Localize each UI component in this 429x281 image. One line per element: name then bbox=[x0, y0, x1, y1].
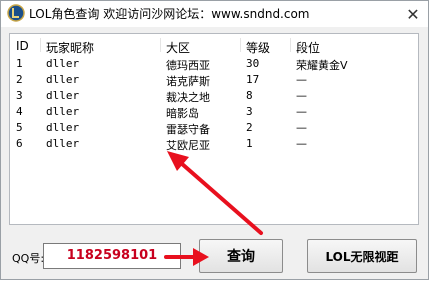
column-divider[interactable] bbox=[40, 38, 41, 52]
column-divider[interactable] bbox=[240, 38, 241, 52]
lol-logo-icon bbox=[7, 4, 25, 22]
cell-nickname: dller bbox=[46, 89, 80, 102]
table-row[interactable]: 2 dller 诺克萨斯 17 — bbox=[10, 73, 418, 89]
qq-label: QQ号: bbox=[12, 252, 45, 265]
cell-id: 1 bbox=[16, 57, 23, 70]
column-header-nickname[interactable]: 玩家昵称 bbox=[46, 39, 94, 56]
cell-nickname: dller bbox=[46, 73, 80, 86]
cell-rank: — bbox=[296, 89, 307, 102]
table-row[interactable]: 4 dller 暗影岛 3 — bbox=[10, 105, 418, 121]
qq-input[interactable]: 1182598101 bbox=[43, 243, 181, 269]
cell-level: 30 bbox=[246, 57, 260, 70]
title-bar: LOL角色查询 欢迎访问沙网论坛：www.sndnd.com ✕ bbox=[1, 1, 428, 27]
cell-nickname: dller bbox=[46, 57, 80, 70]
cell-id: 5 bbox=[16, 121, 23, 134]
app-window: LOL角色查询 欢迎访问沙网论坛：www.sndnd.com ✕ ID 玩家昵称… bbox=[0, 0, 429, 280]
column-header-rank[interactable]: 段位 bbox=[296, 39, 320, 56]
cell-rank: — bbox=[296, 137, 307, 150]
cell-id: 4 bbox=[16, 105, 23, 118]
table-row[interactable]: 3 dller 裁决之地 8 — bbox=[10, 89, 418, 105]
cell-level: 2 bbox=[246, 121, 253, 134]
cell-id: 3 bbox=[16, 89, 23, 102]
cell-region: 德玛西亚 bbox=[166, 59, 210, 72]
window-title: LOL角色查询 欢迎访问沙网论坛：www.sndnd.com bbox=[29, 7, 310, 21]
column-divider[interactable] bbox=[290, 38, 291, 52]
column-divider[interactable] bbox=[160, 38, 161, 52]
table-header: ID 玩家昵称 大区 等级 段位 bbox=[10, 34, 418, 57]
cell-region: 艾欧尼亚 bbox=[166, 139, 210, 152]
cell-level: 3 bbox=[246, 105, 253, 118]
cell-id: 2 bbox=[16, 73, 23, 86]
column-header-region[interactable]: 大区 bbox=[166, 39, 190, 56]
query-button[interactable]: 查询 bbox=[199, 239, 283, 273]
cell-rank: — bbox=[296, 121, 307, 134]
cell-rank: — bbox=[296, 73, 307, 86]
cell-nickname: dller bbox=[46, 137, 80, 150]
cell-nickname: dller bbox=[46, 121, 80, 134]
cell-region: 诺克萨斯 bbox=[166, 75, 210, 88]
lol-unlimited-view-button[interactable]: LOL无限视距 bbox=[307, 239, 417, 273]
table-row[interactable]: 5 dller 雷瑟守备 2 — bbox=[10, 121, 418, 137]
cell-level: 1 bbox=[246, 137, 253, 150]
cell-nickname: dller bbox=[46, 105, 80, 118]
cell-region: 裁决之地 bbox=[166, 91, 210, 104]
cell-rank: — bbox=[296, 105, 307, 118]
close-icon[interactable]: ✕ bbox=[398, 1, 428, 27]
column-header-level[interactable]: 等级 bbox=[246, 39, 270, 56]
cell-id: 6 bbox=[16, 137, 23, 150]
cell-region: 暗影岛 bbox=[166, 107, 199, 120]
results-table[interactable]: ID 玩家昵称 大区 等级 段位 1 dller 德玛西亚 30 荣耀黄金V 2… bbox=[9, 33, 419, 225]
cell-region: 雷瑟守备 bbox=[166, 123, 210, 136]
cell-level: 17 bbox=[246, 73, 260, 86]
cell-level: 8 bbox=[246, 89, 253, 102]
table-row[interactable]: 1 dller 德玛西亚 30 荣耀黄金V bbox=[10, 57, 418, 73]
cell-rank: 荣耀黄金V bbox=[296, 59, 348, 72]
table-row[interactable]: 6 dller 艾欧尼亚 1 — bbox=[10, 137, 418, 153]
column-header-id[interactable]: ID bbox=[16, 39, 29, 53]
